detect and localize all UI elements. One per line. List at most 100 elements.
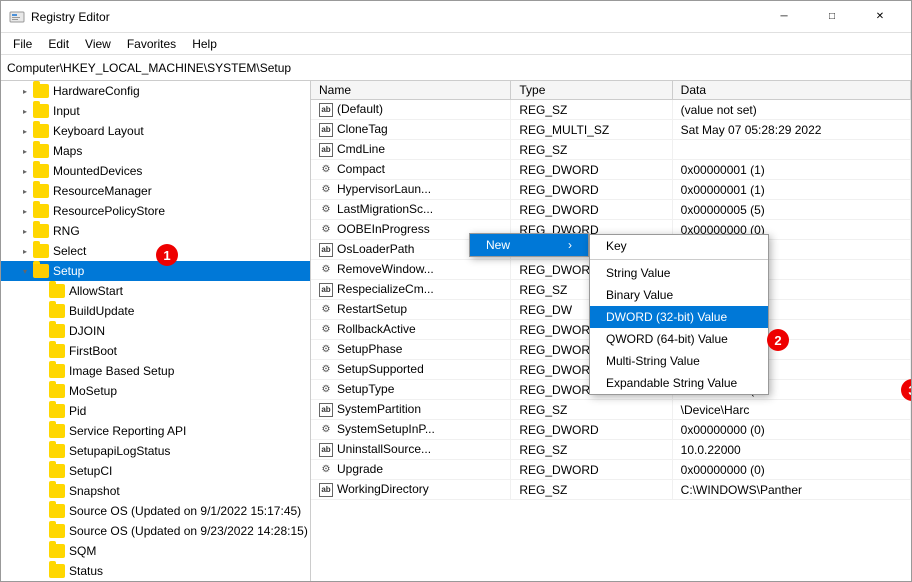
tree-item[interactable]: ▸ResourcePolicyStore — [1, 201, 310, 221]
tree-item-label: Input — [53, 104, 80, 118]
ab-icon: ab — [319, 123, 333, 137]
tree-item-label: MoSetup — [69, 384, 117, 398]
tree-expand-icon: ▸ — [17, 123, 33, 139]
new-label: New — [486, 238, 510, 252]
folder-icon — [33, 164, 49, 178]
cell-name: abRespecializeCm... — [311, 280, 511, 300]
submenu-item[interactable]: QWORD (64-bit) Value — [590, 328, 768, 350]
maximize-button[interactable]: □ — [809, 1, 855, 33]
left-panel[interactable]: ▸HardwareConfig▸Input▸Keyboard Layout▸Ma… — [1, 81, 311, 581]
table-row[interactable]: ab(Default)REG_SZ(value not set) — [311, 100, 911, 120]
cell-name: ⚙HypervisorLaun... — [311, 180, 511, 200]
minimize-button[interactable]: ─ — [761, 1, 807, 33]
gear-icon: ⚙ — [319, 163, 333, 177]
menu-view[interactable]: View — [77, 35, 119, 53]
tree-item-label: MountedDevices — [53, 164, 142, 178]
tree-item-label: Source OS (Updated on 9/1/2022 15:17:45) — [69, 504, 301, 518]
tree-item[interactable]: FirstBoot — [1, 341, 310, 361]
submenu-item[interactable]: String Value — [590, 262, 768, 284]
tree-item[interactable]: Source OS (Updated on 9/23/2022 14:28:15… — [1, 521, 310, 541]
right-panel[interactable]: Name Type Data ab(Default)REG_SZ(value n… — [311, 81, 911, 581]
table-row[interactable]: ⚙HypervisorLaun...REG_DWORD0x00000001 (1… — [311, 180, 911, 200]
folder-icon — [33, 264, 49, 278]
submenu-item[interactable]: Expandable String Value — [590, 372, 768, 394]
submenu-item[interactable]: Binary Value — [590, 284, 768, 306]
tree-expand-icon — [33, 383, 49, 399]
menu-edit[interactable]: Edit — [40, 35, 77, 53]
ab-icon: ab — [319, 283, 333, 297]
tree-expand-icon: ▸ — [17, 243, 33, 259]
folder-icon — [49, 344, 65, 358]
cell-name: abUninstallSource... — [311, 440, 511, 460]
table-row[interactable]: abCloneTagREG_MULTI_SZSat May 07 05:28:2… — [311, 120, 911, 140]
tree-expand-icon — [33, 443, 49, 459]
gear-icon: ⚙ — [319, 223, 333, 237]
cell-type: REG_SZ — [511, 400, 672, 420]
tree-expand-icon — [33, 483, 49, 499]
tree-item[interactable]: SQM — [1, 541, 310, 561]
folder-icon — [49, 484, 65, 498]
table-row[interactable]: ⚙SystemSetupInP...REG_DWORD0x00000000 (0… — [311, 420, 911, 440]
tree-item[interactable]: SetupCI — [1, 461, 310, 481]
tree-item[interactable]: Service Reporting API — [1, 421, 310, 441]
menu-file[interactable]: File — [5, 35, 40, 53]
tree-item[interactable]: ▾Setup — [1, 261, 310, 281]
table-row[interactable]: ⚙UpgradeREG_DWORD0x00000000 (0) — [311, 460, 911, 480]
menu-help[interactable]: Help — [184, 35, 225, 53]
tree-expand-icon: ▸ — [17, 203, 33, 219]
cell-type: REG_DWORD — [511, 180, 672, 200]
tree-item[interactable]: DJOIN — [1, 321, 310, 341]
table-row[interactable]: abSystemPartitionREG_SZ\Device\Harc — [311, 400, 911, 420]
col-data: Data — [672, 81, 910, 100]
tree-item[interactable]: Pid — [1, 401, 310, 421]
table-row[interactable]: abUninstallSource...REG_SZ10.0.22000 — [311, 440, 911, 460]
cell-data: 0x00000005 (5) — [672, 200, 910, 220]
tree-item[interactable]: BuildUpdate — [1, 301, 310, 321]
title-bar: Registry Editor ─ □ ✕ — [1, 1, 911, 33]
menu-favorites[interactable]: Favorites — [119, 35, 184, 53]
tree-item[interactable]: AllowStart — [1, 281, 310, 301]
tree-item[interactable]: SetupapiLogStatus — [1, 441, 310, 461]
table-row[interactable]: abWorkingDirectoryREG_SZC:\WINDOWS\Panth… — [311, 480, 911, 500]
close-button[interactable]: ✕ — [857, 1, 903, 33]
registry-editor-window: Registry Editor ─ □ ✕ File Edit View Fav… — [0, 0, 912, 582]
submenu[interactable]: Key String ValueBinary ValueDWORD (32-bit… — [589, 234, 769, 395]
tree-item[interactable]: ▸Keyboard Layout — [1, 121, 310, 141]
tree-item[interactable]: ▸Input — [1, 101, 310, 121]
content-area: ▸HardwareConfig▸Input▸Keyboard Layout▸Ma… — [1, 81, 911, 581]
tree-item[interactable]: ▸ResourceManager — [1, 181, 310, 201]
ab-icon: ab — [319, 243, 333, 257]
cell-name: ⚙RemoveWindow... — [311, 260, 511, 280]
table-row[interactable]: ⚙CompactREG_DWORD0x00000001 (1) — [311, 160, 911, 180]
tree-item[interactable]: MoSetup — [1, 381, 310, 401]
submenu-item[interactable]: Multi-String Value — [590, 350, 768, 372]
submenu-item[interactable]: Key — [590, 235, 768, 257]
context-menu[interactable]: New › KeyString ValueBinary ValueDWORD (… — [469, 233, 589, 257]
tree-item[interactable]: ▸Maps — [1, 141, 310, 161]
cell-type: REG_SZ — [511, 140, 672, 160]
folder-icon — [49, 324, 65, 338]
cell-type: REG_DWORD — [511, 460, 672, 480]
table-row[interactable]: abCmdLineREG_SZ — [311, 140, 911, 160]
tree-item[interactable]: Source OS (Updated on 9/1/2022 15:17:45) — [1, 501, 310, 521]
tree-item[interactable]: Status — [1, 561, 310, 581]
tree-item[interactable]: ▸HardwareConfig — [1, 81, 310, 101]
tree-item-label: Image Based Setup — [69, 364, 174, 378]
tree-item[interactable]: ▸MountedDevices — [1, 161, 310, 181]
submenu-item[interactable]: DWORD (32-bit) Value — [590, 306, 768, 328]
tree-expand-icon — [33, 503, 49, 519]
tree-item[interactable]: Image Based Setup — [1, 361, 310, 381]
folder-icon — [33, 204, 49, 218]
tree-item-label: Service Reporting API — [69, 424, 186, 438]
context-item-new[interactable]: New › — [470, 234, 588, 256]
tree-expand-icon — [33, 463, 49, 479]
table-row[interactable]: ⚙LastMigrationSc...REG_DWORD0x00000005 (… — [311, 200, 911, 220]
window-title: Registry Editor — [31, 10, 110, 24]
tree-item[interactable]: Snapshot — [1, 481, 310, 501]
tree-item-label: AllowStart — [69, 284, 123, 298]
tree-expand-icon — [33, 543, 49, 559]
cell-type: REG_SZ — [511, 440, 672, 460]
tree-item[interactable]: ▸RNG — [1, 221, 310, 241]
cell-name: abWorkingDirectory — [311, 480, 511, 500]
tree-item-label: Source OS (Updated on 9/23/2022 14:28:15… — [69, 524, 308, 538]
